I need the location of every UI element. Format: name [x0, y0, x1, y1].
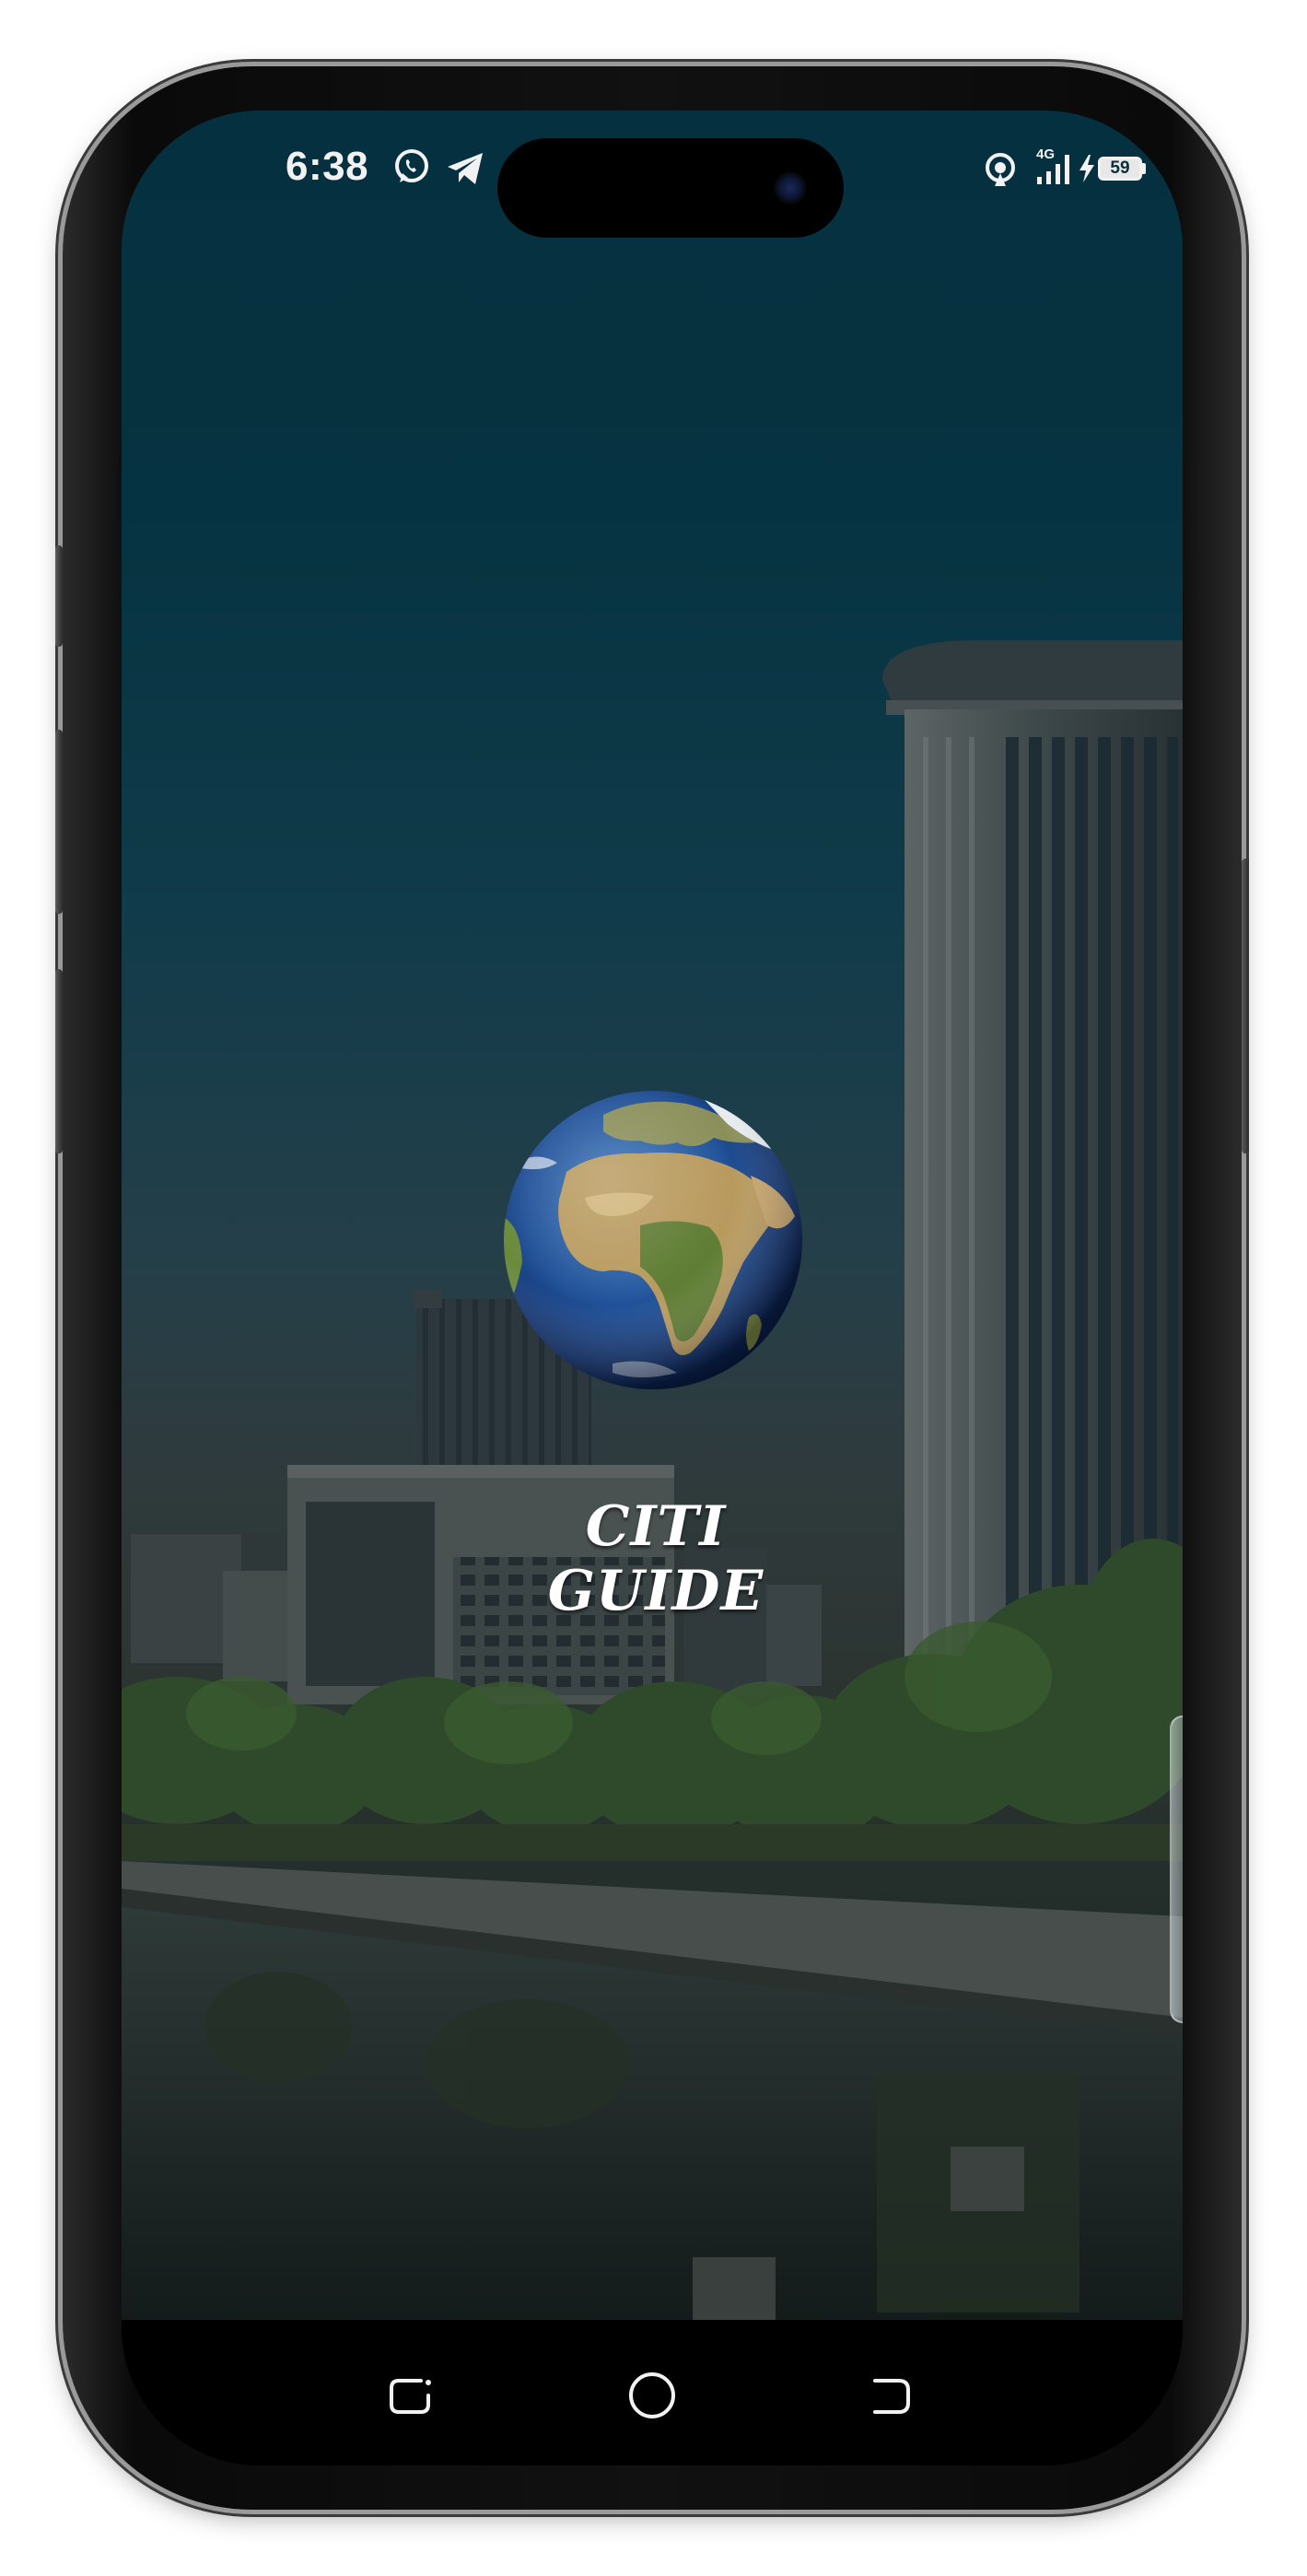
- phone-frame: 6:38 4G 59 CITI GUIDE: [55, 66, 1249, 2510]
- back-button[interactable]: [864, 2368, 919, 2423]
- status-time: 6:38: [286, 144, 369, 189]
- navigation-bar: [122, 2320, 1183, 2465]
- edge-panel-handle[interactable]: [1170, 1715, 1183, 2023]
- power-button: [1242, 859, 1249, 1153]
- volume-down-button: [55, 969, 63, 1153]
- action-button: [55, 545, 63, 647]
- recents-button[interactable]: [384, 2368, 439, 2423]
- app-title: CITI GUIDE: [547, 1494, 764, 1623]
- volume-up-button: [55, 730, 63, 914]
- signal-4g-icon: 4G: [1036, 146, 1069, 184]
- battery-icon: 59: [1098, 157, 1142, 181]
- home-button[interactable]: [624, 2368, 680, 2423]
- hotspot-icon: [986, 153, 1015, 186]
- camera-island: [497, 138, 844, 238]
- network-type-label: 4G: [1036, 146, 1055, 162]
- telegram-icon: [448, 153, 483, 184]
- front-camera: [774, 171, 807, 205]
- charging-icon: [1079, 155, 1094, 182]
- battery-tip: [1142, 163, 1146, 174]
- globe-logo: [504, 1091, 802, 1389]
- splash-screen: 6:38 4G 59 CITI GUIDE: [122, 111, 1183, 2320]
- whatsapp-icon: [395, 149, 428, 182]
- phone-screen: 6:38 4G 59 CITI GUIDE: [122, 111, 1183, 2465]
